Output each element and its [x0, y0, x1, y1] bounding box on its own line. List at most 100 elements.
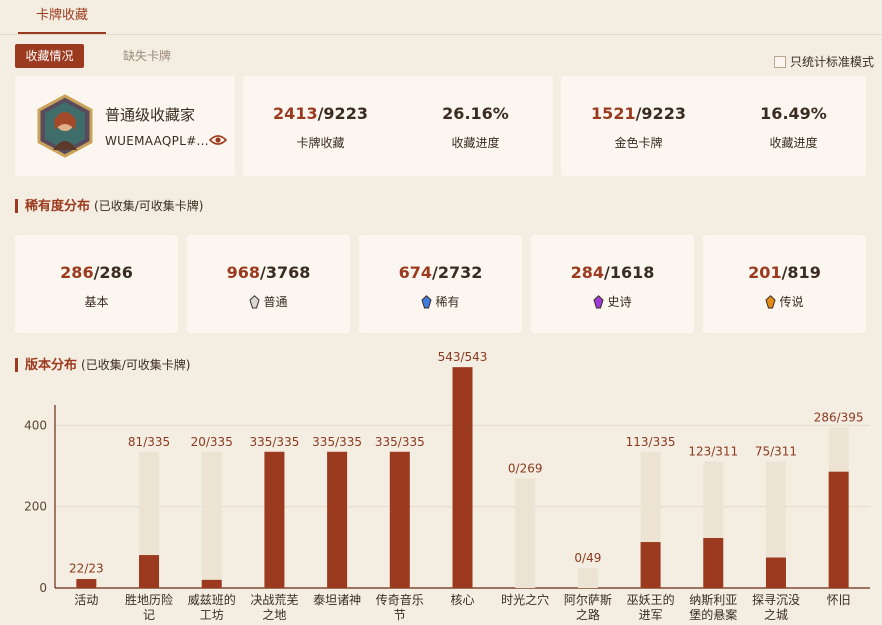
bar-collected [327, 451, 348, 588]
bar-collected [640, 542, 661, 588]
x-tick-label: 传奇音乐 [376, 592, 424, 607]
x-tick-label: 巫妖王的 [627, 592, 675, 607]
data-label: 22/23 [69, 562, 104, 576]
rarity-total: /819 [781, 263, 821, 282]
rarity-label-text: 稀有 [435, 295, 460, 309]
rarity-card: 968/3768 普通 [187, 235, 350, 333]
rarity-total: /2732 [432, 263, 483, 282]
rarity-gem-icon [249, 295, 261, 309]
rarity-count: 284/1618 [531, 263, 694, 282]
x-tick-label: 工坊 [200, 607, 224, 622]
rarity-label-text: 基本 [84, 295, 109, 309]
gold-collection-card: 1521/9223 金色卡牌 16.49% 收藏进度 [561, 76, 866, 176]
gold-progress-value: 16.49% [760, 104, 827, 123]
x-tick-label: 之城 [764, 608, 788, 622]
bar-collected [452, 367, 473, 588]
rarity-card: 674/2732 稀有 [359, 235, 522, 333]
data-label: 75/311 [755, 445, 797, 459]
bar-collectable [577, 568, 598, 588]
rarity-card: 284/1618 史诗 [531, 235, 694, 333]
data-label: 20/335 [191, 435, 233, 449]
x-tick-label: 之地 [262, 608, 286, 622]
data-label: 113/335 [626, 435, 676, 449]
gold-count: 1521 [591, 104, 636, 123]
gold-progress-label: 收藏进度 [769, 136, 818, 150]
total-collection-card: 2413/9223 卡牌收藏 26.16% 收藏进度 [243, 76, 553, 176]
rarity-card: 286/286 基本 [15, 235, 178, 333]
data-label: 543/543 [438, 350, 488, 364]
rarity-collected: 968 [226, 263, 261, 282]
data-label: 335/335 [375, 435, 425, 449]
rarity-label: 史诗 [531, 293, 694, 310]
gold-stat: 1521/9223 金色卡牌 [561, 104, 716, 151]
bar-collectable [201, 451, 222, 588]
rarity-collected: 286 [60, 263, 94, 282]
rarity-total: /1618 [604, 263, 655, 282]
x-tick-label: 之路 [576, 607, 600, 622]
bar-collected [76, 579, 97, 588]
subtab-missing-cards[interactable]: 缺失卡牌 [123, 44, 193, 68]
gold-progress-stat: 16.49% 收藏进度 [716, 104, 871, 151]
collected-count: 2413 [273, 104, 318, 123]
bar-collected [139, 555, 160, 588]
rarity-total: /286 [93, 263, 133, 282]
x-tick-label: 核心 [450, 593, 474, 607]
x-tick-label: 阿尔萨斯 [564, 592, 612, 607]
x-tick-label: 决战荒芜 [250, 593, 298, 607]
rarity-collected: 201 [748, 263, 782, 282]
x-tick-label: 纳斯利亚 [689, 593, 737, 607]
data-label: 335/335 [249, 435, 299, 449]
bar-collected [264, 451, 285, 588]
standard-mode-toggle[interactable]: 只统计标准模式 [773, 53, 874, 70]
rarity-label: 普通 [187, 293, 350, 310]
rarity-count: 968/3768 [187, 263, 350, 282]
rarity-total: /3768 [260, 263, 311, 282]
rarity-collected: 284 [570, 263, 605, 282]
y-tick-label: 400 [24, 418, 47, 432]
total-collected-value: 2413/9223 [243, 104, 398, 126]
rarity-title-text: 稀有度分布 [25, 199, 91, 214]
data-label: 0/49 [574, 551, 601, 565]
data-label: 0/269 [508, 462, 543, 476]
user-id: WUEMAAQPL#... [105, 134, 209, 148]
rarity-count: 286/286 [15, 263, 178, 282]
x-tick-label: 怀旧 [827, 593, 851, 607]
eye-icon[interactable] [209, 133, 227, 147]
x-tick-label: 进军 [639, 608, 663, 622]
x-tick-label: 节 [394, 608, 406, 622]
progress-label: 收藏进度 [451, 136, 500, 150]
rarity-collected: 674 [398, 263, 433, 282]
total-collected-stat: 2413/9223 卡牌收藏 [243, 104, 398, 151]
x-tick-label: 时光之穴 [501, 592, 549, 607]
profile-card: 普通级收藏家 WUEMAAQPL#... [15, 76, 235, 176]
progress-value: 26.16% [442, 104, 509, 123]
bar-collected [765, 557, 786, 588]
top-tab-bar: 卡牌收藏 [0, 0, 882, 35]
collectable-count: /9223 [317, 104, 368, 123]
version-bar-chart: 0 200 400 22/23 活动 81/335 胜地历险记 20/335 威兹班的工坊 335… [24, 350, 870, 622]
x-tick-label: 探寻沉没 [752, 592, 800, 607]
rarity-label: 稀有 [359, 293, 522, 310]
x-tick-label: 活动 [74, 593, 98, 607]
gold-total: /9223 [635, 104, 686, 123]
subtab-collection-status[interactable]: 收藏情况 [15, 44, 84, 68]
rarity-count: 201/819 [703, 263, 866, 282]
rarity-card: 201/819 传说 [703, 235, 866, 333]
rarity-label: 基本 [15, 293, 178, 310]
standard-mode-label: 只统计标准模式 [789, 55, 874, 69]
avatar [37, 94, 93, 158]
bar-collected [201, 579, 222, 588]
x-tick-label: 泰坦诸神 [313, 593, 361, 607]
rarity-label-text: 史诗 [607, 295, 632, 309]
standard-mode-checkbox[interactable] [773, 55, 786, 68]
rarity-label: 传说 [703, 293, 866, 310]
rarity-gem-icon [593, 295, 605, 309]
bar-collected [389, 451, 410, 588]
gold-label: 金色卡牌 [614, 136, 663, 150]
y-tick-label: 200 [24, 500, 47, 514]
data-label: 81/335 [128, 435, 170, 449]
data-label: 123/311 [688, 445, 738, 459]
tab-card-collection[interactable]: 卡牌收藏 [18, 0, 107, 34]
gold-value: 1521/9223 [561, 104, 716, 126]
rarity-subtitle: (已收集/可收集卡牌) [94, 199, 204, 213]
